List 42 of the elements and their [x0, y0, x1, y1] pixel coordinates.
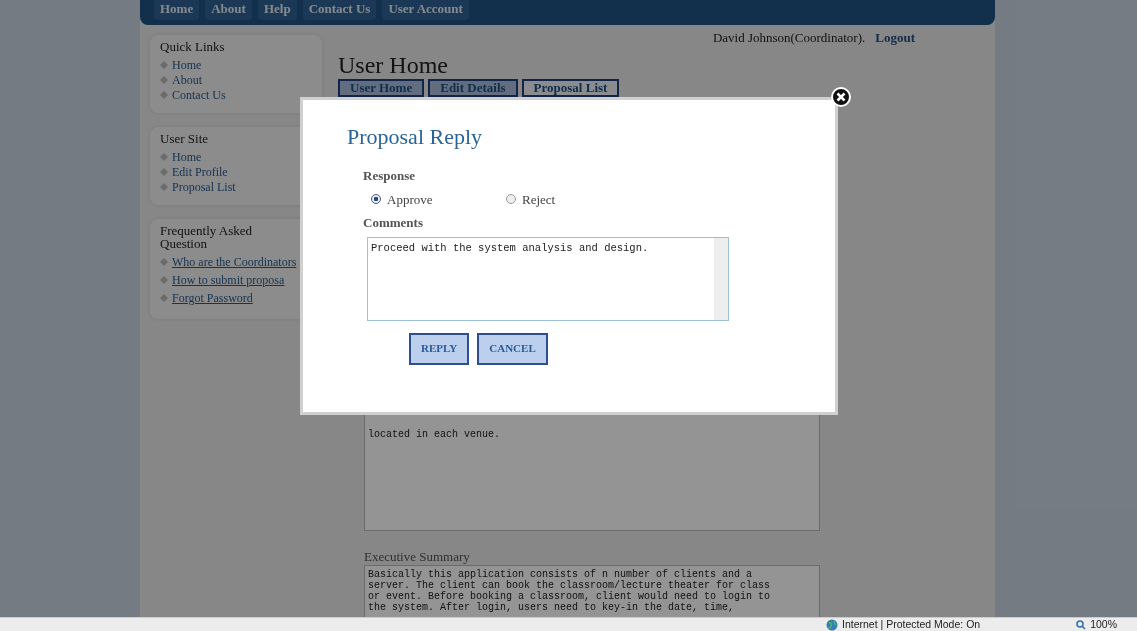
dialog-button[interactable]: REPLY: [409, 332, 470, 365]
radio-label: Reject: [522, 190, 556, 209]
globe-icon: [826, 618, 838, 631]
diamond-icon: [160, 276, 168, 284]
panel-title: Frequently Asked Question: [160, 224, 254, 250]
comments-field[interactable]: Proceed with the system analysis and design.: [367, 236, 729, 321]
zoom-icon: [1076, 619, 1087, 630]
diamond-icon: [160, 258, 168, 266]
diamond-icon: [160, 294, 168, 302]
logout-link[interactable]: Logout: [875, 30, 915, 45]
nav-link[interactable]: Help: [257, 0, 297, 20]
nav-link[interactable]: About: [205, 0, 252, 20]
user-name: David Johnson(Coordinator).: [712, 30, 866, 45]
radio-button[interactable]: [371, 194, 381, 205]
sidebar-link[interactable]: Home: [172, 150, 202, 165]
sidebar-link[interactable]: Contact Us: [172, 88, 226, 103]
sidebar-link[interactable]: How to submit proposa: [172, 273, 285, 288]
field-label: Executive Summary: [364, 549, 471, 564]
nav-link[interactable]: Contact Us: [302, 0, 377, 20]
sidebar-link[interactable]: About: [172, 73, 202, 88]
security-zone: Internet | Protected Mode: On: [842, 616, 981, 631]
tab[interactable]: Proposal List: [521, 79, 620, 97]
panel-title: User Site: [160, 132, 210, 145]
sidebar-link[interactable]: Forgot Password: [172, 291, 253, 306]
dialog-button[interactable]: CANCEL: [477, 332, 548, 365]
sidebar-link[interactable]: Edit Profile: [172, 165, 228, 180]
dialog-title: Proposal Reply: [347, 124, 484, 150]
tab[interactable]: Edit Details: [428, 79, 518, 97]
radio-label: Approve: [387, 190, 433, 209]
sidebar-link[interactable]: Home: [172, 58, 202, 73]
nav-link[interactable]: Home: [154, 0, 200, 20]
nav-link[interactable]: User Account: [382, 0, 469, 20]
sidebar-link[interactable]: Proposal List: [172, 180, 236, 195]
zoom-level[interactable]: 100%: [1090, 616, 1117, 631]
panel-title: Quick Links: [160, 40, 226, 53]
text-area[interactable]: Basically this application consists of n number of clients and a server. The client can book the classroom/lecture theater for class or event. Before booking a classroom, client would need to login to the system. After login, users need to key-in the date, time,: [364, 565, 820, 617]
field-label: Comments: [363, 214, 424, 232]
page-title: User Home: [338, 54, 449, 76]
tab[interactable]: User Home: [338, 79, 425, 97]
radio-button[interactable]: [506, 194, 516, 205]
sidebar-link[interactable]: Who are the Coordinators: [172, 255, 297, 270]
field-label: Response: [363, 167, 416, 185]
